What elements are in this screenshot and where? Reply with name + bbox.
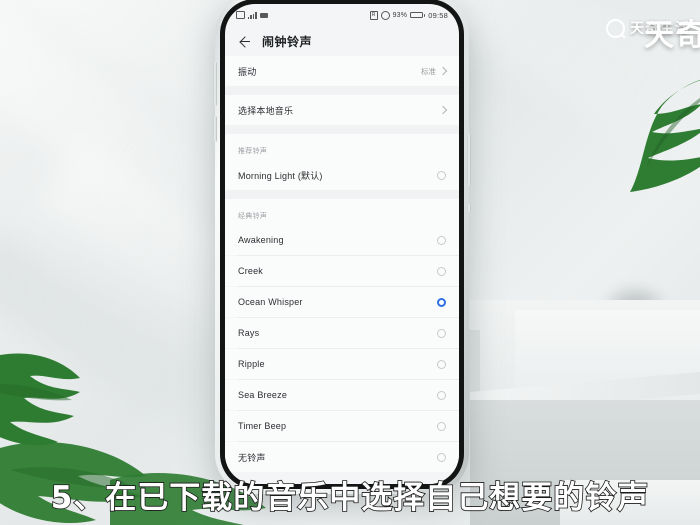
- nfc-icon: R: [369, 10, 378, 20]
- status-bar-right: R 93% 09:58: [369, 10, 448, 20]
- chevron-right-icon: [438, 105, 448, 115]
- list-item[interactable]: Awakening: [225, 225, 459, 255]
- volume-down-button[interactable]: [213, 116, 217, 142]
- volume-up-button[interactable]: [213, 62, 217, 106]
- radio-button[interactable]: [437, 328, 446, 338]
- section-gap: [225, 190, 459, 199]
- magnifier-logo-icon: [606, 18, 625, 38]
- ringtone-label: Creek: [238, 266, 264, 276]
- back-arrow-icon[interactable]: [238, 34, 252, 48]
- phone-device: R 93% 09:58 闹钟铃声 振动 标准 选择本地音乐 推荐铃声 Morni…: [213, 0, 471, 494]
- row-select-local-music[interactable]: 选择本地音乐: [225, 95, 459, 125]
- ringtone-label: Morning Light (默认): [238, 170, 323, 181]
- app-bar: 闹钟铃声: [225, 26, 459, 56]
- list-item[interactable]: Sea Breeze: [225, 380, 459, 410]
- list-item-selected[interactable]: Ocean Whisper: [225, 287, 459, 317]
- ringtone-label: Rays: [238, 328, 260, 338]
- status-bar-clock: 09:58: [428, 10, 448, 20]
- radio-button[interactable]: [437, 390, 446, 400]
- chevron-right-icon: [438, 66, 448, 76]
- row-value: 标准: [421, 66, 448, 77]
- ringtone-label: Sea Breeze: [238, 390, 288, 400]
- section-header-classic: 经典铃声: [225, 199, 459, 225]
- row-label: 选择本地音乐: [238, 105, 294, 116]
- radio-button[interactable]: [437, 266, 446, 276]
- list-item[interactable]: Rays: [225, 318, 459, 348]
- page-title: 闹钟铃声: [262, 34, 313, 49]
- phone-bezel: R 93% 09:58 闹钟铃声 振动 标准 选择本地音乐 推荐铃声 Morni…: [220, 0, 464, 489]
- status-bar-left: [236, 11, 268, 19]
- status-bar: R 93% 09:58: [225, 4, 459, 26]
- radio-button[interactable]: [437, 235, 446, 245]
- list-item[interactable]: 无铃声: [225, 442, 459, 472]
- radio-button[interactable]: [437, 421, 446, 431]
- ringtone-label: Awakening: [238, 235, 284, 245]
- monstera-leaf-right: [630, 79, 700, 192]
- phone-screen: R 93% 09:58 闹钟铃声 振动 标准 选择本地音乐 推荐铃声 Morni…: [225, 4, 459, 484]
- ringtone-label: Ripple: [238, 359, 265, 369]
- list-item[interactable]: Timer Beep: [225, 411, 459, 441]
- sim-icon: [236, 11, 245, 19]
- watermark-large-text: 天奇: [644, 19, 700, 52]
- ringtone-label: Timer Beep: [238, 421, 287, 431]
- side-button[interactable]: [467, 204, 471, 212]
- row-value-text: 标准: [421, 66, 436, 76]
- alarm-icon: [380, 10, 390, 20]
- signal-bars-icon: [248, 11, 257, 19]
- radio-button-selected[interactable]: [437, 297, 446, 307]
- section-gap: [225, 125, 459, 134]
- list-item[interactable]: Creek: [225, 256, 459, 286]
- camera-icon: [259, 12, 268, 18]
- list-item[interactable]: Morning Light (默认): [225, 160, 459, 190]
- battery-percent: 93%: [392, 11, 408, 19]
- ringtone-list[interactable]: 振动 标准 选择本地音乐 推荐铃声 Morning Light (默认) 经典铃…: [225, 56, 459, 484]
- radio-button[interactable]: [437, 359, 446, 369]
- section-header-recommended: 推荐铃声: [225, 134, 459, 160]
- ringtone-label: 无铃声: [238, 452, 266, 463]
- radio-button[interactable]: [437, 452, 446, 462]
- row-vibration[interactable]: 振动 标准: [225, 56, 459, 86]
- subtitle-caption: 5、在已下载的音乐中选择自己想要的铃声: [50, 479, 650, 517]
- section-gap: [225, 86, 459, 95]
- power-button[interactable]: [467, 134, 471, 186]
- list-item[interactable]: Ripple: [225, 349, 459, 379]
- row-value: [438, 105, 448, 115]
- row-label: 振动: [238, 66, 257, 77]
- battery-icon: [410, 11, 426, 19]
- radio-button[interactable]: [437, 170, 446, 180]
- ringtone-label: Ocean Whisper: [238, 297, 303, 307]
